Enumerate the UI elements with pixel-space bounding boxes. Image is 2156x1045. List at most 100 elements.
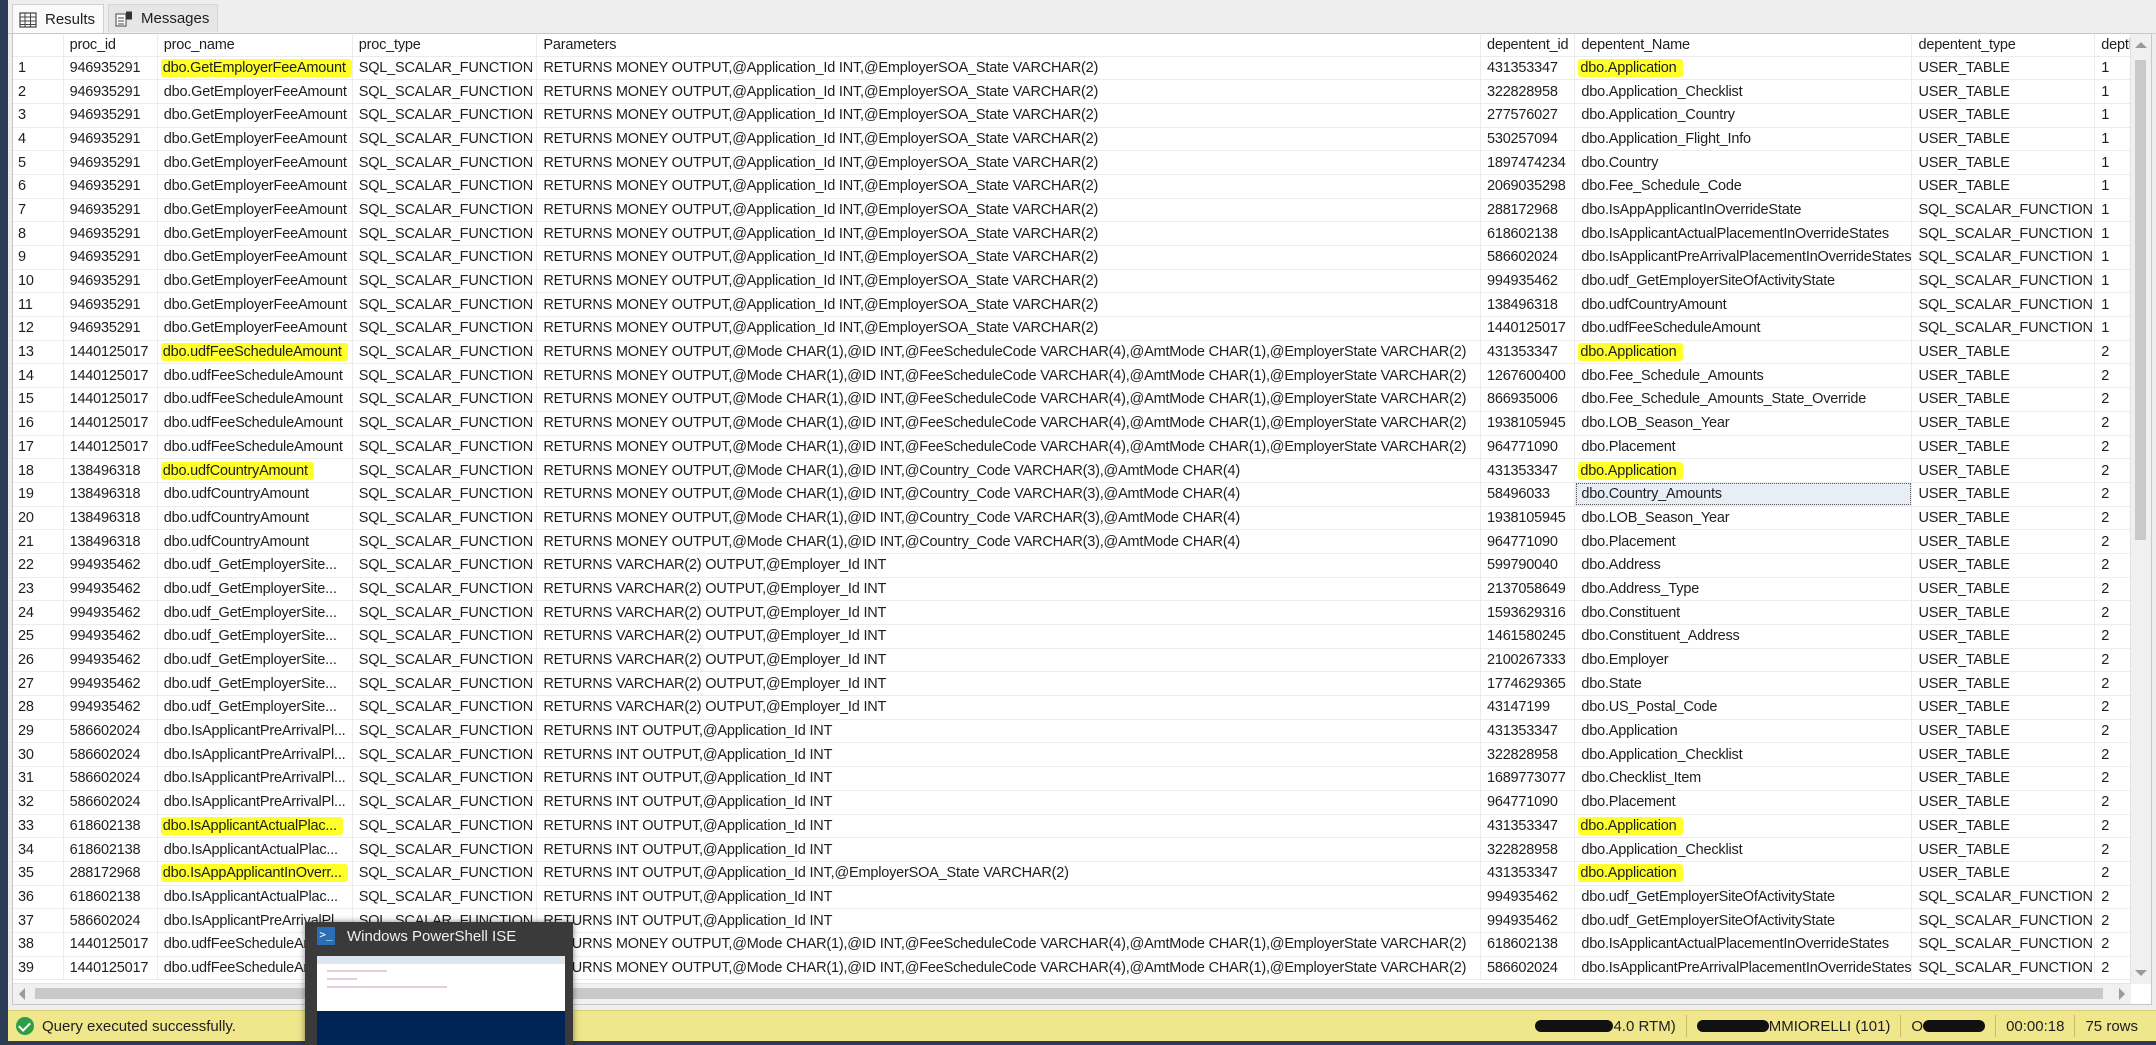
table-row[interactable]: 1 946935291 dbo.GetEmployerFeeAmount SQL_SC… (13, 56, 2151, 81)
table-row[interactable]: 13 1440125017 dbo.udfFeeScheduleAmount SQL_… (13, 340, 2151, 365)
grid-cell[interactable]: dbo.udfFeeScheduleAmount (1574, 316, 1913, 341)
grid-cell[interactable]: RETURNS INT OUTPUT,@Application_Id INT (536, 837, 1481, 862)
grid-cell[interactable]: SQL_SCALAR_FUNCTION (352, 719, 538, 744)
grid-cell[interactable]: dbo.IsApplicantActualPlac... (157, 814, 353, 839)
grid-cell[interactable]: RETURNS VARCHAR(2) OUTPUT,@Employer_Id I… (536, 648, 1481, 673)
grid-cell[interactable]: dbo.IsAppApplicantInOverrideState (1574, 198, 1913, 223)
grid-cell[interactable]: 1440125017 (63, 956, 158, 981)
grid-cell[interactable]: dbo.Application (1574, 861, 1913, 886)
table-row[interactable]: 11 946935291 dbo.GetEmployerFeeAmount SQL_S… (13, 292, 2151, 318)
grid-cell[interactable]: dbo.GetEmployerFeeAmount (157, 292, 353, 318)
grid-cell[interactable]: SQL_SCALAR_FUNCTION (352, 198, 538, 223)
grid-cell[interactable]: 994935462 (63, 648, 158, 673)
grid-cell[interactable]: 1689773077 (1480, 766, 1576, 791)
grid-cell[interactable]: 994935462 (63, 553, 158, 578)
grid-cell[interactable]: dbo.GetEmployerFeeAmount (157, 198, 353, 223)
grid-cell[interactable]: dbo.Application_Checklist (1574, 79, 1913, 104)
grid-cell[interactable]: USER_TABLE (1911, 127, 2096, 152)
row-number[interactable]: 33 (13, 814, 64, 839)
grid-cell[interactable]: RETURNS VARCHAR(2) OUTPUT,@Employer_Id I… (536, 553, 1481, 578)
grid-cell[interactable]: 946935291 (63, 316, 158, 341)
row-number[interactable]: 5 (13, 150, 64, 175)
grid-cell[interactable]: dbo.Checklist_Item (1574, 766, 1913, 791)
grid-cell[interactable]: 530257094 (1480, 127, 1576, 152)
grid-cell[interactable]: 2069035298 (1480, 174, 1576, 199)
grid-cell[interactable]: USER_TABLE (1911, 103, 2096, 128)
grid-cell[interactable]: 138496318 (63, 529, 158, 554)
grid-cell[interactable]: RETURNS MONEY OUTPUT,@Mode CHAR(1),@ID I… (536, 387, 1481, 412)
grid-cell[interactable]: SQL_SCALAR_FUNCTION (352, 340, 538, 365)
grid-cell[interactable]: dbo.GetEmployerFeeAmount (157, 56, 353, 81)
grid-cell[interactable]: dbo.Employer (1574, 648, 1913, 673)
grid-cell[interactable]: dbo.State (1574, 671, 1913, 697)
row-number[interactable]: 16 (13, 411, 64, 436)
grid-cell[interactable]: SQL_SCALAR_FUNCTION (352, 742, 538, 768)
grid-cell[interactable]: dbo.IsApplicantPreArrivalPlacementInOver… (1574, 245, 1913, 270)
grid-cell[interactable]: dbo.udf_GetEmployerSite... (157, 624, 353, 649)
grid-cell[interactable]: dbo.Application (1574, 340, 1913, 365)
row-number[interactable]: 31 (13, 766, 64, 791)
grid-cell[interactable]: dbo.udf_GetEmployerSiteOfActivityState (1574, 908, 1913, 933)
grid-cell[interactable]: RETURNS INT OUTPUT,@Application_Id INT (536, 719, 1481, 744)
grid-cell[interactable]: dbo.udf_GetEmployerSite... (157, 648, 353, 673)
column-header-7[interactable]: depentent_type (1911, 34, 2096, 57)
grid-cell[interactable]: 1593629316 (1480, 600, 1576, 625)
table-row[interactable]: 5 946935291 dbo.GetEmployerFeeAmount SQL_SC… (13, 150, 2151, 175)
grid-cell[interactable]: SQL_SCALAR_FUNCTION (1911, 292, 2096, 318)
grid-cell[interactable]: dbo.GetEmployerFeeAmount (157, 150, 353, 175)
grid-cell[interactable]: 43147199 (1480, 695, 1576, 720)
grid-cell[interactable]: 58496033 (1480, 482, 1576, 507)
table-row[interactable]: 29 586602024 dbo.IsApplicantPreArrivalPl..… (13, 719, 2151, 744)
grid-cell[interactable]: dbo.US_Postal_Code (1574, 695, 1913, 720)
grid-cell[interactable]: 946935291 (63, 198, 158, 223)
grid-cell[interactable]: 586602024 (1480, 245, 1576, 270)
grid-cell[interactable]: 1440125017 (63, 411, 158, 436)
grid-cell[interactable]: 431353347 (1480, 458, 1576, 483)
grid-cell[interactable]: dbo.Fee_Schedule_Amounts (1574, 363, 1913, 389)
grid-cell[interactable]: RETURNS MONEY OUTPUT,@Application_Id INT… (536, 103, 1481, 128)
grid-cell[interactable]: dbo.Application_Checklist (1574, 742, 1913, 768)
table-row[interactable]: 23 994935462 dbo.udf_GetEmployerSite... SQL… (13, 577, 2151, 602)
grid-cell[interactable]: RETURNS MONEY OUTPUT,@Application_Id INT… (536, 292, 1481, 318)
grid-cell[interactable]: RETURNS VARCHAR(2) OUTPUT,@Employer_Id I… (536, 624, 1481, 649)
grid-cell[interactable]: RETURNS VARCHAR(2) OUTPUT,@Employer_Id I… (536, 671, 1481, 697)
grid-cell[interactable]: 946935291 (63, 269, 158, 294)
grid-cell[interactable]: dbo.IsApplicantPreArrivalPl... (157, 790, 353, 815)
row-number[interactable]: 28 (13, 695, 64, 720)
row-number[interactable]: 22 (13, 553, 64, 578)
grid-cell[interactable]: dbo.udfFeeScheduleAmount (157, 387, 353, 412)
row-number[interactable]: 19 (13, 482, 64, 507)
grid-cell[interactable]: dbo.Application (1574, 814, 1913, 839)
grid-cell[interactable]: 994935462 (63, 624, 158, 649)
grid-cell[interactable]: RETURNS MONEY OUTPUT,@Mode CHAR(1),@ID I… (536, 458, 1481, 483)
grid-cell[interactable]: 994935462 (63, 577, 158, 602)
grid-cell[interactable]: USER_TABLE (1911, 814, 2096, 839)
grid-cell[interactable]: SQL_SCALAR_FUNCTION (352, 790, 538, 815)
grid-cell[interactable]: USER_TABLE (1911, 624, 2096, 649)
row-number[interactable]: 38 (13, 932, 64, 957)
grid-cell[interactable]: SQL_SCALAR_FUNCTION (1911, 269, 2096, 294)
table-row[interactable]: 27 994935462 dbo.udf_GetEmployerSite... SQL… (13, 671, 2151, 697)
table-row[interactable]: 17 1440125017 dbo.udfFeeScheduleAmount SQL_… (13, 435, 2151, 460)
grid-cell[interactable]: dbo.Country (1574, 150, 1913, 175)
row-number[interactable]: 37 (13, 908, 64, 933)
row-number[interactable]: 21 (13, 529, 64, 554)
table-row[interactable]: 24 994935462 dbo.udf_GetEmployerSite... SQL… (13, 600, 2151, 625)
grid-cell[interactable]: dbo.IsApplicantPreArrivalPl... (157, 719, 353, 744)
grid-cell[interactable]: SQL_SCALAR_FUNCTION (1911, 198, 2096, 223)
row-number[interactable]: 26 (13, 648, 64, 673)
grid-cell[interactable]: 586602024 (63, 719, 158, 744)
grid-cell[interactable]: 1461580245 (1480, 624, 1576, 649)
grid-cell[interactable]: USER_TABLE (1911, 766, 2096, 791)
column-header-6[interactable]: depentent_Name (1574, 34, 1913, 57)
row-number[interactable]: 20 (13, 506, 64, 531)
table-row[interactable]: 7 946935291 dbo.GetEmployerFeeAmount SQL_SC… (13, 198, 2151, 223)
grid-cell[interactable]: RETURNS INT OUTPUT,@Application_Id INT (536, 885, 1481, 910)
grid-cell[interactable]: USER_TABLE (1911, 363, 2096, 389)
grid-cell[interactable]: 1440125017 (63, 340, 158, 365)
grid-cell[interactable]: dbo.udfFeeScheduleAmount (157, 411, 353, 436)
grid-cell[interactable]: dbo.IsApplicantPreArrivalPl... (157, 766, 353, 791)
grid-cell[interactable]: USER_TABLE (1911, 411, 2096, 436)
grid-cell[interactable]: SQL_SCALAR_FUNCTION (352, 150, 538, 175)
row-number[interactable]: 25 (13, 624, 64, 649)
